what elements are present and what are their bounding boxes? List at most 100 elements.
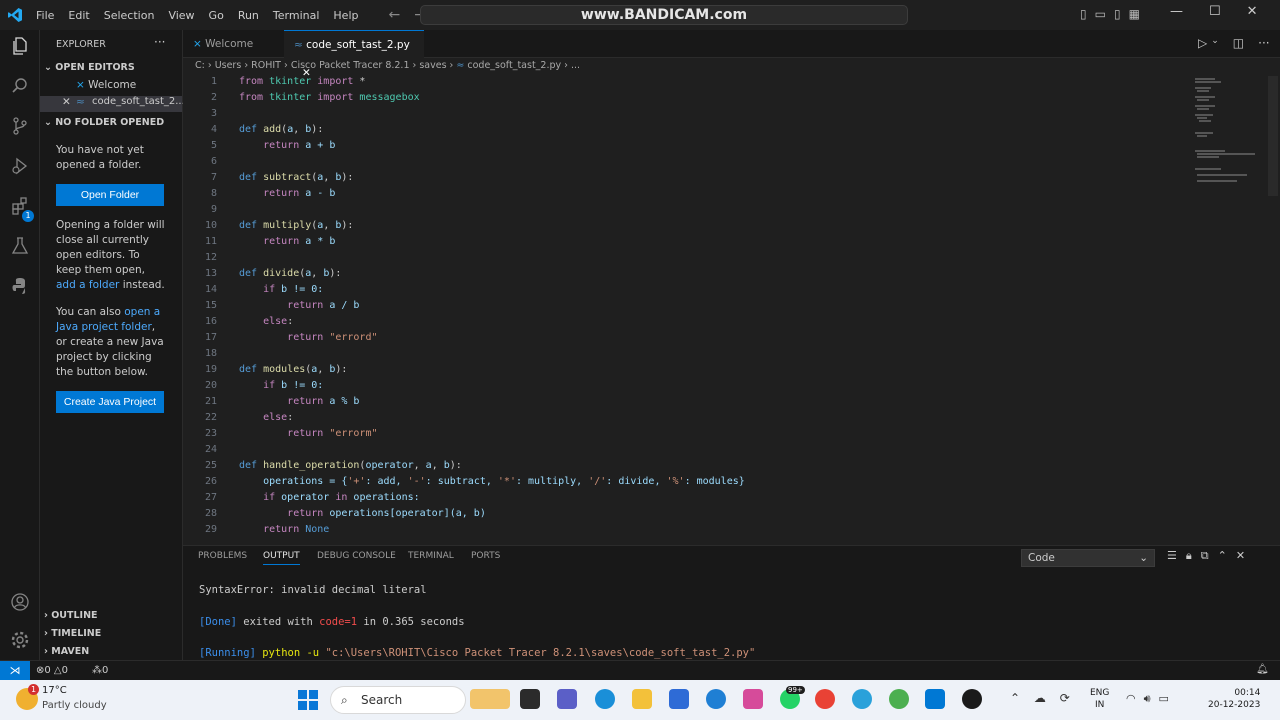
menu-help[interactable]: Help xyxy=(327,7,364,24)
problems-status[interactable]: ⊗0 △0 xyxy=(36,665,68,676)
tab-welcome[interactable]: ⨯ Welcome xyxy=(183,30,283,58)
create-java-project-button[interactable]: Create Java Project xyxy=(56,391,164,413)
search-icon[interactable] xyxy=(8,76,32,100)
edge-browser-icon[interactable] xyxy=(595,689,615,709)
more-actions-icon[interactable]: ··· xyxy=(1258,36,1269,50)
outline-section[interactable]: › OUTLINE xyxy=(44,610,98,621)
taskbar-search[interactable]: ⌕ Search xyxy=(330,686,466,714)
minimize-icon[interactable]: — xyxy=(1170,4,1183,19)
code-token: operator xyxy=(275,492,336,503)
battery-icon[interactable]: ▭ xyxy=(1159,692,1169,706)
bandicam-record-icon[interactable] xyxy=(962,689,982,709)
back-arrow-icon[interactable]: ← xyxy=(388,7,400,23)
breadcrumb-item[interactable]: code_soft_tast_2.py xyxy=(467,60,561,71)
remote-indicator-icon[interactable]: ⋊ xyxy=(0,661,30,681)
code-token: messagebox xyxy=(353,92,420,103)
chrome-icon[interactable] xyxy=(815,689,835,709)
run-debug-icon[interactable] xyxy=(8,156,32,180)
source-control-icon[interactable] xyxy=(8,116,32,140)
settings-gear-icon[interactable] xyxy=(8,630,32,655)
app-icon[interactable] xyxy=(889,689,909,709)
output-channel-value: Code xyxy=(1028,552,1055,564)
lock-scroll-icon[interactable]: 🔒︎ xyxy=(1186,549,1192,563)
testing-flask-icon[interactable] xyxy=(8,236,32,260)
menu-edit[interactable]: Edit xyxy=(62,7,95,24)
microsoft-store-icon[interactable] xyxy=(669,689,689,709)
open-editor-code-file[interactable]: ✕ ≈ code_soft_tast_2... xyxy=(40,96,185,112)
weather-description[interactable]: Partly cloudy xyxy=(42,700,107,711)
breadcrumb-item[interactable]: Users xyxy=(215,60,242,71)
account-icon[interactable] xyxy=(8,592,32,617)
timeline-section[interactable]: › TIMELINE xyxy=(44,628,101,639)
menu-view[interactable]: View xyxy=(162,7,200,24)
breadcrumb-item[interactable]: saves xyxy=(419,60,446,71)
search-highlight-icon[interactable] xyxy=(470,689,510,709)
taskbar-clock[interactable]: 00:14 20-12-2023 xyxy=(1208,687,1260,711)
app-icon[interactable] xyxy=(743,689,763,709)
breadcrumb-item[interactable]: ... xyxy=(571,60,580,71)
customize-layout-icon[interactable]: ▦ xyxy=(1129,7,1140,21)
panel-tab-output[interactable]: OUTPUT xyxy=(263,551,300,565)
code-editor[interactable]: 1 from tkinter import * 2 from tkinter imp… xyxy=(183,76,1193,538)
panel-tab-debug-console[interactable]: DEBUG CONSOLE xyxy=(317,551,396,561)
code-line: 4 def add(a, b): xyxy=(183,124,1193,140)
no-folder-section[interactable]: ⌄ NO FOLDER OPENED xyxy=(44,117,164,128)
menu-selection[interactable]: Selection xyxy=(98,7,161,24)
panel-tab-ports[interactable]: PORTS xyxy=(471,551,500,561)
ports-status[interactable]: ⁂0 xyxy=(92,665,108,676)
command-center[interactable]: www.BANDICAM.com xyxy=(420,5,908,25)
language-indicator[interactable]: ENG IN xyxy=(1090,687,1109,711)
windows-start-icon[interactable] xyxy=(298,690,318,710)
task-view-icon[interactable] xyxy=(520,689,540,709)
notifications-bell-icon[interactable]: 🔔︎ xyxy=(1256,664,1269,675)
maximize-icon[interactable]: ☐ xyxy=(1209,4,1221,19)
maven-section[interactable]: › MAVEN xyxy=(44,646,89,657)
teams-chat-icon[interactable] xyxy=(557,689,577,709)
file-explorer-icon[interactable] xyxy=(632,689,652,709)
editor-scrollbar[interactable] xyxy=(1268,76,1278,196)
panel-tab-problems[interactable]: PROBLEMS xyxy=(198,551,247,561)
add-folder-link[interactable]: add a folder xyxy=(56,279,119,291)
more-actions-icon[interactable]: ··· xyxy=(154,35,165,49)
breadcrumb-item[interactable]: C: xyxy=(195,60,205,71)
split-editor-icon[interactable]: ◫ xyxy=(1233,36,1244,50)
menu-terminal[interactable]: Terminal xyxy=(267,7,326,24)
maximize-panel-icon[interactable]: ⧉ xyxy=(1201,549,1209,563)
minimap[interactable] xyxy=(1193,76,1268,196)
tab-code-soft-tast-2[interactable]: ≈ code_soft_tast_2.py ✕ xyxy=(284,30,424,79)
open-folder-button[interactable]: Open Folder xyxy=(56,184,164,206)
close-panel-icon[interactable]: ✕ xyxy=(1236,549,1245,563)
panel-tab-terminal[interactable]: TERMINAL xyxy=(408,551,454,561)
run-options-chevron-icon[interactable]: ⌄ xyxy=(1211,36,1219,50)
breadcrumb-item[interactable]: Cisco Packet Tracer 8.2.1 xyxy=(291,60,410,71)
telegram-icon[interactable] xyxy=(706,689,726,709)
toggle-sidebar-icon[interactable]: ▯ xyxy=(1080,7,1087,21)
clear-output-icon[interactable]: ☰ xyxy=(1167,549,1177,563)
close-window-icon[interactable]: ✕ xyxy=(1247,4,1258,19)
sync-icon[interactable]: ⟳ xyxy=(1060,691,1070,705)
python-icon[interactable] xyxy=(8,276,32,300)
breadcrumb-item[interactable]: ROHIT xyxy=(251,60,281,71)
vscode-taskbar-icon[interactable] xyxy=(925,689,945,709)
output-channel-select[interactable]: Code ⌄ xyxy=(1021,549,1155,567)
close-editor-icon[interactable]: ✕ xyxy=(62,96,71,108)
run-python-file-icon[interactable]: ▷ xyxy=(1198,36,1207,50)
open-editors-section[interactable]: ⌄ OPEN EDITORS xyxy=(44,62,135,73)
weather-temperature[interactable]: 17°C xyxy=(42,685,67,696)
show-hidden-icons-chevron-icon[interactable]: ⌃ xyxy=(1010,691,1020,705)
menu-run[interactable]: Run xyxy=(232,7,265,24)
explorer-icon[interactable] xyxy=(8,36,32,60)
wifi-icon[interactable]: ◠ xyxy=(1126,692,1136,706)
telegram-icon[interactable] xyxy=(852,689,872,709)
chevron-up-icon[interactable]: ⌃ xyxy=(1218,549,1227,563)
toggle-panel-icon[interactable]: ▭ xyxy=(1095,7,1106,21)
volume-icon[interactable]: 🔊︎ xyxy=(1144,692,1151,706)
menu-file[interactable]: File xyxy=(30,7,60,24)
open-editor-welcome[interactable]: ⨯ Welcome xyxy=(76,79,136,91)
menu-go[interactable]: Go xyxy=(203,7,230,24)
code-text: from tkinter import messagebox xyxy=(239,92,420,103)
onedrive-cloud-icon[interactable]: ☁ xyxy=(1034,691,1046,705)
code-text: return a - b xyxy=(239,188,335,199)
toggle-secondary-sidebar-icon[interactable]: ▯ xyxy=(1114,7,1121,21)
